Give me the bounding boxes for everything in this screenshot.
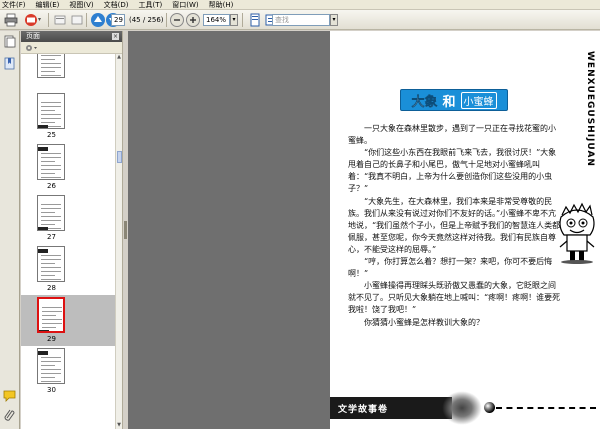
thumbnail-image [37, 297, 65, 333]
comments-panel-icon[interactable] [3, 389, 16, 402]
story-title: 大象 和 小蜜蜂 [400, 89, 508, 111]
story-paragraph: “你们这些小东西在我眼前飞来飞去，我很讨厌！”大象甩着自己的长鼻子和小尾巴，傲气… [348, 148, 557, 194]
previous-page-icon[interactable] [91, 13, 105, 27]
thumbnail-image [37, 54, 65, 78]
navigation-rail [0, 31, 20, 429]
page-thumbnail[interactable]: 30 [21, 346, 115, 397]
title-main: 大象 [411, 94, 438, 110]
menu-view[interactable]: 视图(V) [69, 0, 93, 10]
find-placeholder: 查找 [275, 16, 289, 24]
thumbnail-page-number: 29 [47, 335, 56, 343]
story-body: 一只大象在森林里散步，遇到了一只正在寻找花蜜的小蜜蜂。 “你们这些小东西在我眼前飞… [348, 123, 562, 329]
document-pane[interactable]: 大象 和 小蜜蜂 WENXUEGUSHIJUAN 一只大象在森林里散步，遇到了一… [128, 31, 600, 429]
snapshot-icon[interactable] [70, 13, 84, 27]
thumbnail-image [37, 348, 65, 384]
page-thumbnail[interactable]: 28 [21, 244, 115, 295]
sidebar-header: 页面 × [21, 31, 122, 42]
thumbnail-image [37, 195, 65, 231]
page-thumbnail[interactable] [21, 54, 115, 91]
zoom-dropdown-icon[interactable]: ▾ [230, 14, 238, 26]
cartoon-mascot-image [556, 201, 598, 265]
menu-help[interactable]: 帮助(H) [209, 0, 234, 10]
attachments-panel-icon[interactable] [3, 408, 16, 421]
thumbnail-image [37, 246, 65, 282]
email-dropdown-icon[interactable]: ▾ [38, 13, 44, 27]
sidebar-title: 页面 [26, 32, 40, 40]
menu-window[interactable]: 窗口(W) [172, 0, 198, 10]
page-number-input[interactable]: 29 [111, 14, 125, 26]
page-thumbnail[interactable]: 29 [21, 295, 115, 346]
print-icon[interactable] [4, 13, 18, 27]
menu-document[interactable]: 文档(D) [104, 0, 129, 10]
page-count: (45 / 256) [129, 16, 164, 24]
story-paragraph: “哼，你打算怎么着？想打一架？来吧，你可不要后悔啊！” [348, 257, 553, 279]
bookmarks-panel-icon[interactable] [3, 57, 16, 70]
menu-tools[interactable]: 工具(T) [139, 0, 163, 10]
story-paragraph: 一只大象在森林里散步，遇到了一只正在寻找花蜜的小蜜蜂。 [348, 124, 556, 146]
zoom-level-input[interactable]: 164% [203, 14, 230, 26]
options-icon[interactable] [25, 43, 39, 53]
thumbnail-page-number: 25 [47, 131, 56, 139]
menu-bar: 文件(F) 编辑(E) 视图(V) 文档(D) 工具(T) 窗口(W) 帮助(H… [0, 0, 600, 10]
thumbnail-page-number: 27 [47, 233, 56, 241]
page-thumbnails: 25 26 27 28 29 30 [21, 54, 115, 429]
sidebar-scrollbar[interactable]: ▲ ▼ [115, 54, 122, 429]
thumbnail-image [37, 93, 65, 129]
page-thumbnail[interactable]: 25 [21, 91, 115, 142]
story-paragraph: 小蜜蜂操得再理睬头既骄傲又愚蠢的大象，它眨眼之间就不见了。只听见大象躺在地上喊叫… [348, 281, 561, 315]
find-dropdown-icon[interactable]: ▾ [330, 14, 338, 26]
thumbnail-page-number: 28 [47, 284, 56, 292]
thumbnail-page-number: 30 [47, 386, 56, 394]
menu-edit[interactable]: 编辑(E) [36, 0, 60, 10]
zoom-in-icon[interactable] [186, 13, 200, 27]
footer-ball-icon [484, 402, 495, 413]
story-paragraph: “大象先生，在大森林里，我们本来是非常受尊敬的民族。我们从来没有说过对你们不友好… [348, 196, 561, 254]
page-thumbnail[interactable]: 26 [21, 142, 115, 193]
vertical-series-text: WENXUEGUSHIJUAN [585, 51, 595, 167]
menu-file[interactable]: 文件(F) [2, 0, 26, 10]
footer-smudge [442, 391, 482, 425]
hand-tool-icon[interactable] [53, 13, 67, 27]
page-thumbnail[interactable]: 27 [21, 193, 115, 244]
close-icon[interactable]: × [112, 33, 119, 40]
fit-page-icon[interactable] [248, 13, 262, 27]
document-page: 大象 和 小蜜蜂 WENXUEGUSHIJUAN 一只大象在森林里散步，遇到了一… [330, 31, 600, 429]
toolbar: ▾ 29 (45 / 256) 164% ▾ 查找 ▾ [0, 10, 600, 30]
find-input[interactable]: 查找 [272, 14, 330, 26]
thumbnail-page-number: 26 [47, 182, 56, 190]
pages-panel-icon[interactable] [3, 35, 16, 48]
splitter-grip[interactable] [124, 221, 127, 239]
title-sub: 小蜜蜂 [460, 91, 497, 109]
pages-sidebar: 页面 × 25 26 27 28 29 30 ▲ ▼ [21, 31, 122, 429]
thumbnail-image [37, 144, 65, 180]
footer-label: 文学故事卷 [338, 405, 389, 415]
title-and: 和 [442, 94, 456, 110]
footer-dashed-line [496, 407, 596, 409]
sidebar-options-bar [21, 42, 122, 54]
zoom-out-icon[interactable] [170, 13, 184, 27]
email-icon[interactable] [24, 13, 38, 27]
story-paragraph: 你猜猜小蜜蜂是怎样教训大象的？ [364, 317, 484, 327]
